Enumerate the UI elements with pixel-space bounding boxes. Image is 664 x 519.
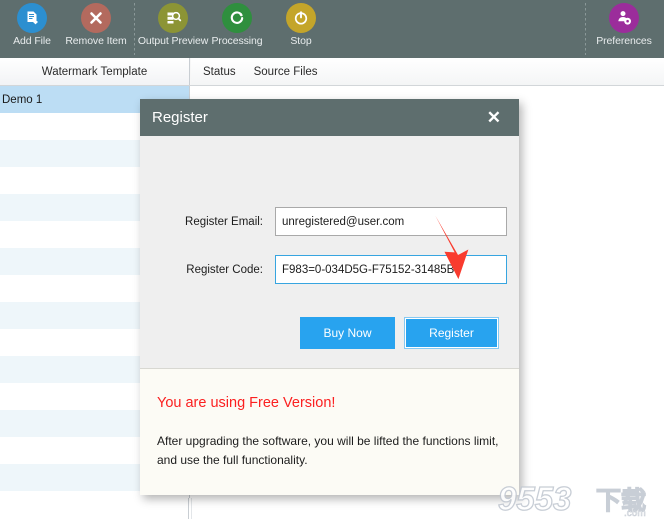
- register-email-input[interactable]: [275, 207, 507, 236]
- register-dialog: Register ✕ Register Email: Register Code…: [140, 99, 519, 495]
- close-icon[interactable]: ✕: [483, 107, 505, 128]
- dialog-message-area: You are using Free Version! After upgrad…: [140, 369, 519, 469]
- register-code-row: Register Code:: [140, 255, 519, 284]
- register-code-input[interactable]: [275, 255, 507, 284]
- toolbar-button-preferences[interactable]: Preferences: [592, 0, 656, 58]
- output-preview-icon: [158, 3, 188, 33]
- toolbar-label-processing: Processing: [211, 35, 263, 47]
- toolbar-label-preferences: Preferences: [596, 35, 652, 47]
- toolbar-button-remove-item[interactable]: Remove Item: [64, 0, 128, 58]
- register-email-label: Register Email:: [185, 215, 263, 228]
- register-button[interactable]: Register: [404, 317, 499, 349]
- add-file-icon: [17, 3, 47, 33]
- processing-icon: [222, 3, 252, 33]
- column-header-status[interactable]: Status: [203, 66, 236, 78]
- preferences-icon: [609, 3, 639, 33]
- panel-header-row: Watermark Template Status Source Files: [0, 58, 664, 86]
- toolbar-group-process: Output Preview Processing Stop: [137, 0, 333, 58]
- toolbar-group-file: Add File Remove Item: [0, 0, 128, 58]
- toolbar-label-add-file: Add File: [13, 35, 51, 47]
- toolbar-button-add-file[interactable]: Add File: [0, 0, 64, 58]
- panel-splitter[interactable]: [188, 498, 192, 519]
- register-email-row: Register Email:: [140, 207, 519, 236]
- watermark-template-column-label: Watermark Template: [41, 65, 148, 78]
- list-item[interactable]: [0, 491, 189, 518]
- free-version-notice-body: After upgrading the software, you will b…: [157, 434, 499, 467]
- right-panel-header: Status Source Files: [191, 58, 664, 85]
- toolbar-separator-1: [134, 3, 135, 55]
- toolbar-label-remove-item: Remove Item: [65, 35, 127, 47]
- remove-item-icon: [81, 3, 111, 33]
- free-version-notice-title: You are using Free Version!: [157, 395, 336, 411]
- toolbar-button-output-preview[interactable]: Output Preview: [137, 0, 209, 58]
- dialog-button-row: Buy Now Register: [140, 317, 519, 349]
- toolbar-label-stop: Stop: [290, 35, 312, 47]
- list-item-label: Demo 1: [2, 93, 43, 106]
- left-panel-header[interactable]: Watermark Template: [0, 58, 190, 85]
- toolbar-button-stop[interactable]: Stop: [269, 0, 333, 58]
- toolbar-separator-2: [585, 3, 586, 55]
- toolbar-button-processing[interactable]: Processing: [205, 0, 269, 58]
- column-header-source-files[interactable]: Source Files: [254, 66, 318, 78]
- toolbar-label-output-preview: Output Preview: [137, 35, 209, 47]
- buy-now-button[interactable]: Buy Now: [300, 317, 395, 349]
- main-toolbar: Add File Remove Item Output Preview Proc…: [0, 0, 664, 58]
- dialog-title: Register: [152, 109, 208, 126]
- register-code-label: Register Code:: [186, 263, 263, 276]
- dialog-titlebar[interactable]: Register ✕: [140, 99, 519, 136]
- dialog-form-area: Register Email: Register Code: Buy Now R…: [140, 136, 519, 369]
- stop-icon: [286, 3, 316, 33]
